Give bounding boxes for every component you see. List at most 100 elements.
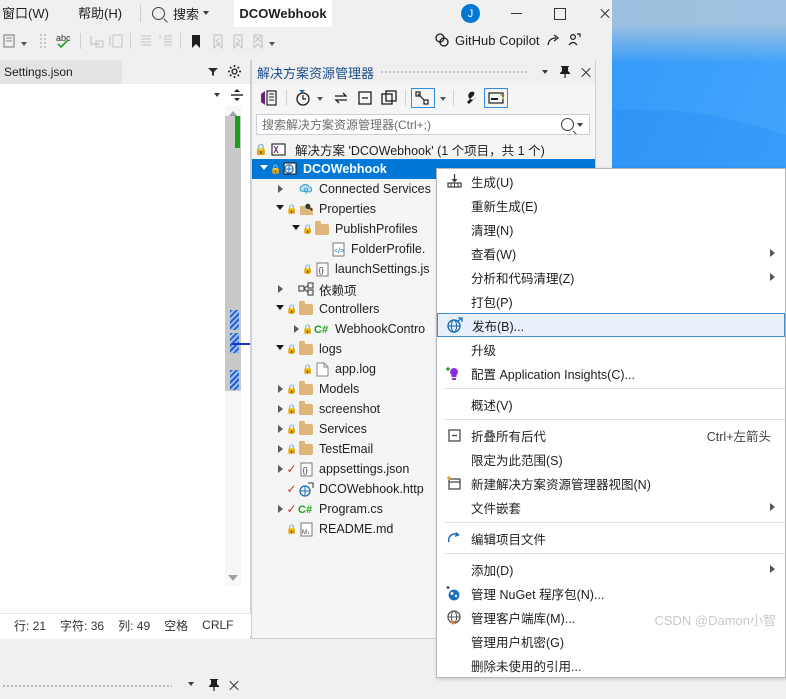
preview-selected-items-icon[interactable]: [484, 88, 508, 108]
toolbar-divider: [80, 33, 81, 49]
menu-item-application-insights-c[interactable]: 配置 Application Insights(C)...: [437, 361, 785, 385]
expand-arrow-closed-icon[interactable]: [274, 405, 286, 413]
minimize-button[interactable]: [494, 0, 538, 27]
bookmark-icon[interactable]: [186, 31, 206, 51]
expand-arrow-closed-icon[interactable]: [274, 445, 286, 453]
editor-navigation-bar[interactable]: [0, 84, 250, 107]
tree-item-label: screenshot: [319, 402, 381, 416]
char-value: 36: [90, 618, 105, 633]
menu-item-label: 查看(W): [471, 247, 517, 262]
menu-help[interactable]: 帮助(H): [78, 3, 122, 22]
avatar[interactable]: J: [461, 4, 480, 23]
live-share-icon[interactable]: [566, 32, 582, 48]
show-all-files-icon[interactable]: [378, 88, 400, 108]
menu-item-u[interactable]: 生成(U): [437, 169, 785, 193]
split-view-icon[interactable]: [228, 87, 246, 103]
expand-arrow-open-icon[interactable]: [258, 164, 270, 174]
expand-arrow-closed-icon[interactable]: [274, 285, 286, 293]
expand-arrow-closed-icon[interactable]: [274, 185, 286, 193]
maximize-button[interactable]: [538, 0, 582, 27]
sync-with-active-document-icon[interactable]: [330, 88, 352, 108]
expand-arrow-closed-icon[interactable]: [274, 425, 286, 433]
chevron-down-icon[interactable]: [314, 88, 326, 108]
menu-item-b[interactable]: 发布(B)...: [437, 313, 785, 337]
menu-item-label: 清理(N): [471, 223, 514, 238]
menu-item-s[interactable]: 限定为此范围(S): [437, 447, 785, 471]
menu-item-z[interactable]: 分析和代码清理(Z): [437, 265, 785, 289]
menu-item-label: 编辑项目文件: [471, 532, 547, 547]
menu-item-n[interactable]: 清理(N): [437, 217, 785, 241]
menu-item-n[interactable]: 新建解决方案资源管理器视图(N): [437, 471, 785, 495]
menu-window[interactable]: 窗口(W): [2, 3, 49, 22]
comment-block-icon[interactable]: [0, 31, 20, 51]
global-search[interactable]: 搜索: [152, 3, 210, 23]
view-filter-icon[interactable]: [411, 88, 435, 108]
eol-indicator[interactable]: CRLF: [202, 618, 233, 632]
menu-item-[interactable]: 删除未使用的引用...: [437, 653, 785, 677]
chevron-down-icon[interactable]: [437, 88, 449, 108]
tree-item-label: launchSettings.js: [335, 262, 430, 276]
expand-arrow-closed-icon[interactable]: [290, 325, 302, 333]
tree-item-label: Models: [319, 382, 360, 396]
editor-text-area[interactable]: [0, 106, 250, 586]
search-icon[interactable]: [561, 118, 574, 131]
properties-wrench-icon[interactable]: [460, 88, 482, 108]
scroll-down-icon[interactable]: [228, 575, 238, 581]
share-icon[interactable]: [545, 32, 561, 48]
publish-globe-icon: [438, 316, 472, 334]
menu-item-[interactable]: 文件嵌套: [437, 495, 785, 519]
close-icon[interactable]: [228, 680, 239, 691]
menu-item-[interactable]: 折叠所有后代 Ctrl+左箭头: [437, 423, 785, 447]
chevron-down-icon[interactable]: [188, 682, 194, 686]
editor-tab-settings-json[interactable]: Settings.json: [0, 60, 122, 84]
toolbar-divider: [286, 90, 287, 106]
project-title-tab[interactable]: DCOWebhook: [234, 0, 332, 27]
properties-icon: [297, 201, 315, 217]
spellcheck-abc-icon[interactable]: abc: [54, 31, 74, 51]
chevron-down-icon[interactable]: [577, 122, 583, 127]
panel-close-button[interactable]: [575, 67, 595, 78]
tree-item-label: 依赖项: [319, 283, 357, 298]
menu-item-g[interactable]: 管理用户机密(G): [437, 629, 785, 653]
solution-explorer-search-input[interactable]: 搜索解决方案资源管理器(Ctrl+;): [256, 114, 590, 135]
code-view-icon[interactable]: [258, 88, 280, 108]
gear-icon[interactable]: [227, 64, 242, 82]
folder-icon: [297, 380, 315, 397]
menu-item-w[interactable]: 查看(W): [437, 241, 785, 265]
github-copilot-button[interactable]: GitHub Copilot: [434, 32, 582, 48]
csharp-file-icon: C#: [313, 321, 331, 337]
close-icon: [599, 8, 610, 19]
menu-item-d[interactable]: 添加(D): [437, 557, 785, 581]
drag-handle-dots[interactable]: [2, 684, 172, 688]
panel-menu-button[interactable]: [535, 70, 555, 74]
menu-item-p[interactable]: 打包(P): [437, 289, 785, 313]
menu-item-nuget-n[interactable]: 管理 NuGet 程序包(N)...: [437, 581, 785, 605]
expand-arrow-closed-icon[interactable]: [274, 505, 286, 513]
column-indicator: 列: 49: [118, 617, 150, 634]
expand-arrow-closed-icon[interactable]: [274, 385, 286, 393]
tab-filter-icon[interactable]: [206, 65, 220, 82]
menu-item-v[interactable]: 概述(V): [437, 392, 785, 416]
dotted-selection-icon[interactable]: [34, 31, 54, 51]
collapse-all-icon[interactable]: [354, 88, 376, 108]
menu-item-[interactable]: 编辑项目文件: [437, 526, 785, 550]
spacing-indicator[interactable]: 空格: [164, 617, 188, 634]
menu-item-e[interactable]: 重新生成(E): [437, 193, 785, 217]
toolbar-overflow-icon[interactable]: [18, 31, 30, 51]
menu-item-label: 添加(D): [471, 563, 514, 578]
expand-arrow-open-icon[interactable]: [274, 204, 286, 214]
expand-arrow-open-icon[interactable]: [290, 224, 302, 234]
toolbar-overflow-icon[interactable]: [266, 31, 278, 51]
expand-arrow-open-icon[interactable]: [274, 344, 286, 354]
expand-arrow-open-icon[interactable]: [274, 304, 286, 314]
collapse-icon: [437, 428, 471, 443]
chevron-down-icon[interactable]: [214, 93, 220, 97]
panel-pin-button[interactable]: [555, 65, 575, 79]
pin-icon[interactable]: [208, 678, 220, 695]
pending-changes-icon[interactable]: [292, 88, 314, 108]
menu-item-[interactable]: 升级: [437, 337, 785, 361]
close-button[interactable]: [582, 0, 626, 27]
solution-node[interactable]: 🔒 解决方案 'DCOWebhook' (1 个项目，共 1 个): [254, 139, 595, 159]
panel-drag-dots[interactable]: [380, 70, 529, 74]
expand-arrow-closed-icon[interactable]: [274, 465, 286, 473]
